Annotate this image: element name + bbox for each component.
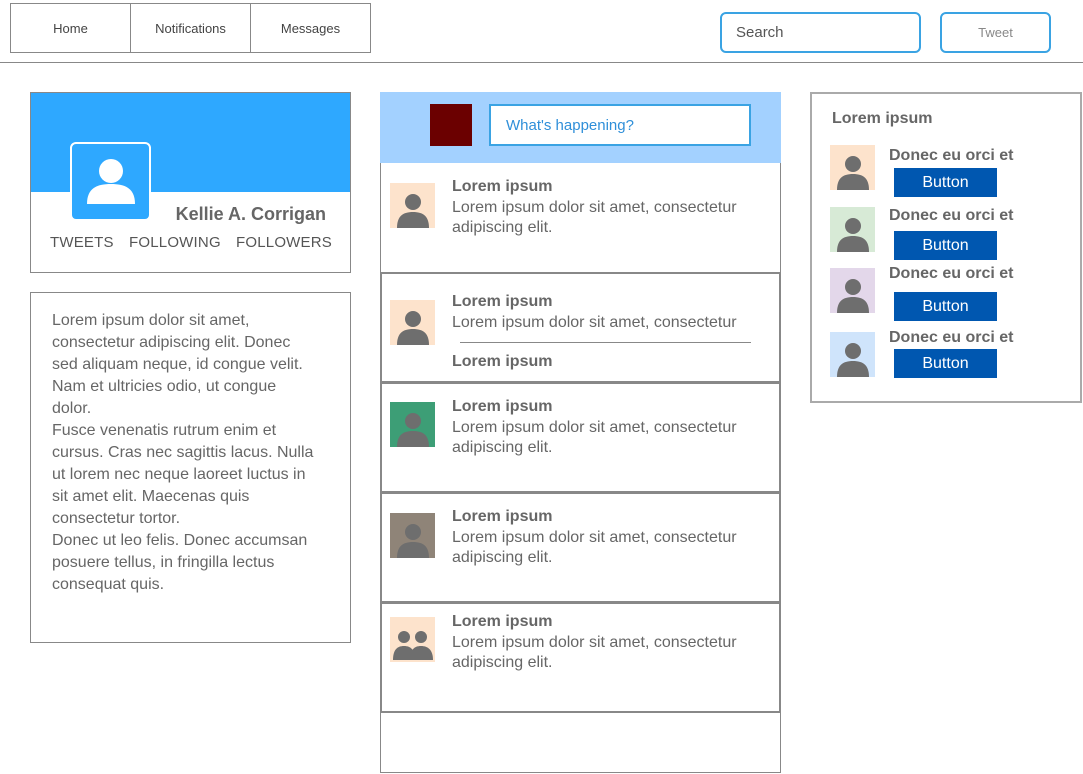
user-icon xyxy=(396,413,429,447)
bio-line: consectetur adipiscing elit. Donec xyxy=(52,334,291,351)
compose-input[interactable]: What's happening? xyxy=(489,104,751,146)
feed-item-text: Lorem ipsum dolor sit amet, consectetur … xyxy=(452,634,737,671)
user-icon xyxy=(836,218,869,252)
users-icon xyxy=(392,631,433,660)
follow-avatar xyxy=(830,145,875,190)
feed-item-title: Lorem ipsum xyxy=(452,178,553,195)
user-icon xyxy=(396,524,429,558)
user-icon xyxy=(396,311,429,345)
bio-text: Lorem ipsum dolor sit amet, consectetur … xyxy=(52,310,342,596)
feed-item-text: Lorem ipsum dolor sit amet, consectetur … xyxy=(452,199,737,236)
compose-avatar xyxy=(430,104,472,146)
feed-avatar xyxy=(390,183,435,228)
bio-line: cursus. Cras nec sagittis lacus. Nulla xyxy=(52,444,314,461)
nav-messages[interactable]: Messages xyxy=(250,3,371,53)
follow-button[interactable]: Button xyxy=(894,231,997,260)
feed-avatar xyxy=(390,617,435,662)
feed-item-title: Lorem ipsum xyxy=(452,398,553,415)
feed-item-text: Lorem ipsum dolor sit amet, consectetur xyxy=(452,314,737,331)
follow-avatar xyxy=(830,332,875,377)
follow-name: Donec eu orci et xyxy=(889,265,1014,282)
nav-notifications[interactable]: Notifications xyxy=(130,3,251,53)
feed-item-text: Lorem ipsum dolor sit amet, consectetur … xyxy=(452,529,737,566)
user-icon xyxy=(836,279,869,313)
follow-name: Donec eu orci et xyxy=(889,329,1014,346)
follow-button[interactable]: Button xyxy=(894,349,997,378)
follow-avatar xyxy=(830,268,875,313)
follow-card-title: Lorem ipsum xyxy=(832,110,933,127)
follow-button[interactable]: Button xyxy=(894,292,997,321)
feed-avatar xyxy=(390,300,435,345)
bio-line: dolor. xyxy=(52,400,92,417)
user-icon xyxy=(836,156,869,190)
feed-avatar xyxy=(390,513,435,558)
bio-line: consequat quis. xyxy=(52,576,165,593)
bio-line: sit amet elit. Maecenas quis xyxy=(52,488,250,505)
feed-avatar xyxy=(390,402,435,447)
search-input[interactable]: Search xyxy=(720,12,921,53)
feed-reply-title: Lorem ipsum xyxy=(452,353,553,370)
profile-name: Kellie A. Corrigan xyxy=(175,204,326,224)
bio-line: ut lorem nec neque laoreet luctus in xyxy=(52,466,306,483)
follow-name: Donec eu orci et xyxy=(889,147,1014,164)
bio-line: Fusce venenatis rutrum enim et xyxy=(52,422,277,439)
reply-divider xyxy=(460,342,751,343)
follow-avatar xyxy=(830,207,875,252)
bio-line: Lorem ipsum dolor sit amet, xyxy=(52,312,250,329)
user-icon xyxy=(836,343,869,377)
bio-line: sed aliquam neque, id congue velit. xyxy=(52,356,303,373)
bio-line: posuere tellus, in fringilla lectus xyxy=(52,554,275,571)
feed-item-text: Lorem ipsum dolor sit amet, consectetur … xyxy=(452,419,737,456)
following-tab[interactable]: FOLLOWING xyxy=(129,234,221,251)
bio-line: Donec ut leo felis. Donec accumsan xyxy=(52,532,308,549)
feed-item-title: Lorem ipsum xyxy=(452,293,553,310)
bio-line: consectetur tortor. xyxy=(52,510,181,527)
feed-item-title: Lorem ipsum xyxy=(452,508,553,525)
follow-button[interactable]: Button xyxy=(894,168,997,197)
tweet-button[interactable]: Tweet xyxy=(940,12,1051,53)
follow-name: Donec eu orci et xyxy=(889,207,1014,224)
followers-tab[interactable]: FOLLOWERS xyxy=(236,234,332,251)
tweets-tab[interactable]: TWEETS xyxy=(50,234,114,251)
user-icon xyxy=(396,194,429,228)
user-icon xyxy=(86,158,135,204)
feed-item-title: Lorem ipsum xyxy=(452,613,553,630)
header-divider xyxy=(0,62,1083,63)
nav-home[interactable]: Home xyxy=(10,3,131,53)
profile-avatar[interactable] xyxy=(70,142,151,221)
bio-line: Nam et ultricies odio, ut congue xyxy=(52,378,277,395)
